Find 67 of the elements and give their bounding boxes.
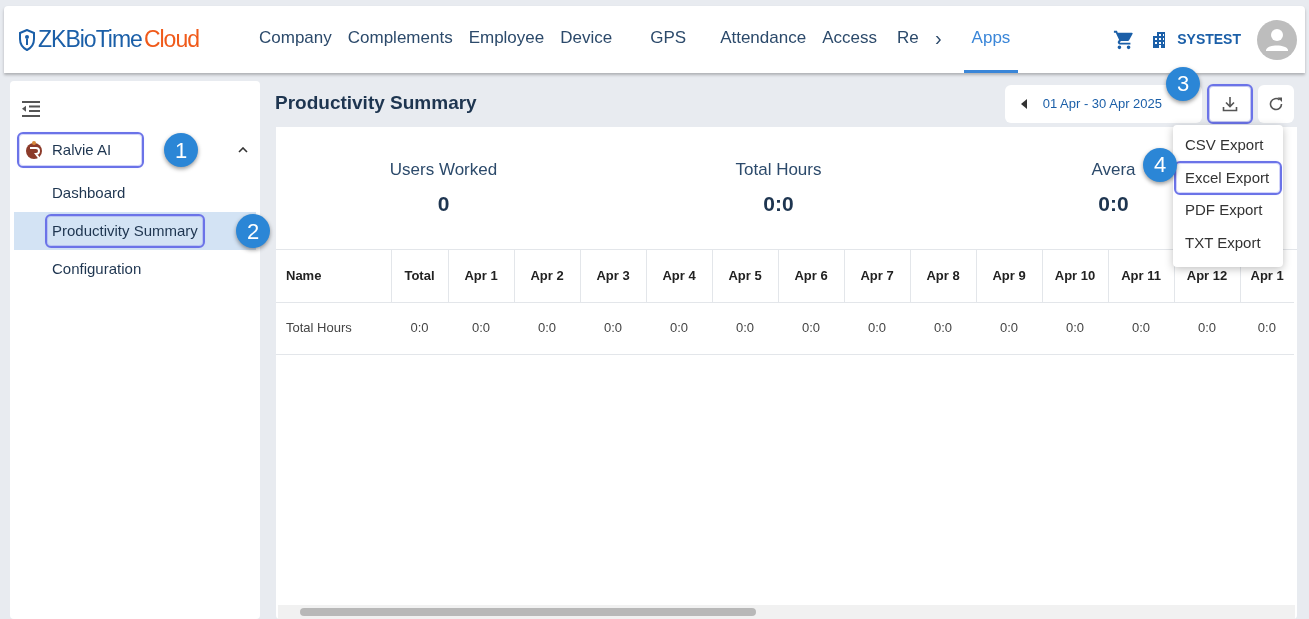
- menu-item[interactable]: Excel Export: [1177, 163, 1279, 192]
- nav-tab[interactable]: Access: [814, 6, 885, 73]
- table-cell: 0:0: [514, 302, 580, 354]
- table-cell: 0:0: [778, 302, 844, 354]
- table-cell: 0:0: [448, 302, 514, 354]
- column-header: Apr 11: [1108, 250, 1174, 302]
- more-tabs-button[interactable]: ›: [926, 6, 950, 73]
- sidebar-item[interactable]: Configuration: [48, 254, 146, 284]
- cart-icon[interactable]: [1113, 28, 1136, 51]
- sidebar-item[interactable]: Productivity Summary: [48, 216, 202, 246]
- table-cell: 0:0: [391, 302, 448, 354]
- refresh-button[interactable]: [1258, 84, 1294, 123]
- column-header: Apr 8: [910, 250, 976, 302]
- column-header: Apr 3: [580, 250, 646, 302]
- callout-number: 4: [1143, 147, 1177, 182]
- column-header: Apr 2: [514, 250, 580, 302]
- column-header: Apr 7: [844, 250, 910, 302]
- nav-tab[interactable]: Complements: [339, 6, 461, 73]
- nav-tab[interactable]: Re: [892, 6, 923, 73]
- nav-tab[interactable]: Attendance: [712, 6, 815, 73]
- stat-value: 0:0: [1098, 191, 1129, 217]
- stat-value: 0:0: [763, 191, 794, 217]
- table-cell: 0:0: [580, 302, 646, 354]
- stat-label: Users Worked: [389, 158, 498, 181]
- stat-label: Avera: [1091, 158, 1136, 181]
- column-header: Apr 4: [646, 250, 712, 302]
- nav-tab[interactable]: Apps: [963, 6, 1019, 73]
- table-cell: 0:0: [646, 302, 712, 354]
- logo-icon: [24, 140, 44, 160]
- table-cell: 0:0: [1240, 302, 1294, 354]
- table-cell: 0:0: [976, 302, 1042, 354]
- nav-tab[interactable]: Employee: [460, 6, 553, 73]
- column-header: Apr 9: [976, 250, 1042, 302]
- sidebar-item[interactable]: Dashboard: [48, 178, 130, 208]
- column-header: Apr 6: [778, 250, 844, 302]
- previous-icon[interactable]: [1020, 98, 1027, 109]
- column-header: Apr 5: [712, 250, 778, 302]
- column-header: Total: [391, 250, 448, 302]
- logo-text: Cloud: [143, 25, 199, 55]
- company-name[interactable]: SYSTEST: [1177, 29, 1241, 50]
- refresh-icon: [1268, 95, 1284, 112]
- table-cell: 0:0: [844, 302, 910, 354]
- callout-number: 1: [164, 133, 198, 167]
- stat-label: Total Hours: [735, 158, 822, 181]
- column-header: Name: [276, 250, 391, 302]
- table-cell: Total Hours: [276, 302, 391, 354]
- column-header: Apr 10: [1042, 250, 1108, 302]
- horizontal-scrollbar[interactable]: [278, 605, 1295, 619]
- chevron-icon[interactable]: [238, 147, 248, 153]
- nav-tab[interactable]: Device: [552, 6, 621, 73]
- table-cell: 0:0: [910, 302, 976, 354]
- table-cell: 0:0: [712, 302, 778, 354]
- download-icon: [1222, 95, 1238, 112]
- nav-tab[interactable]: GPS: [642, 6, 695, 73]
- download-button[interactable]: [1210, 86, 1250, 121]
- table-cell: 0:0: [1042, 302, 1108, 354]
- stat-value: 0: [437, 191, 450, 217]
- callout-number: 2: [236, 214, 270, 248]
- table-cell: 0:0: [1174, 302, 1240, 354]
- shield-icon: [18, 28, 36, 51]
- collapse-menu-icon[interactable]: [22, 101, 40, 117]
- sidebar-group[interactable]: Ralvie AI: [20, 134, 142, 166]
- logo-text: ZKBioTime: [38, 25, 142, 55]
- column-header: Apr 1: [448, 250, 514, 302]
- table-cell: 0:0: [1108, 302, 1174, 354]
- nav-tab[interactable]: Company: [251, 6, 340, 73]
- page-title: Productivity Summary: [275, 91, 477, 116]
